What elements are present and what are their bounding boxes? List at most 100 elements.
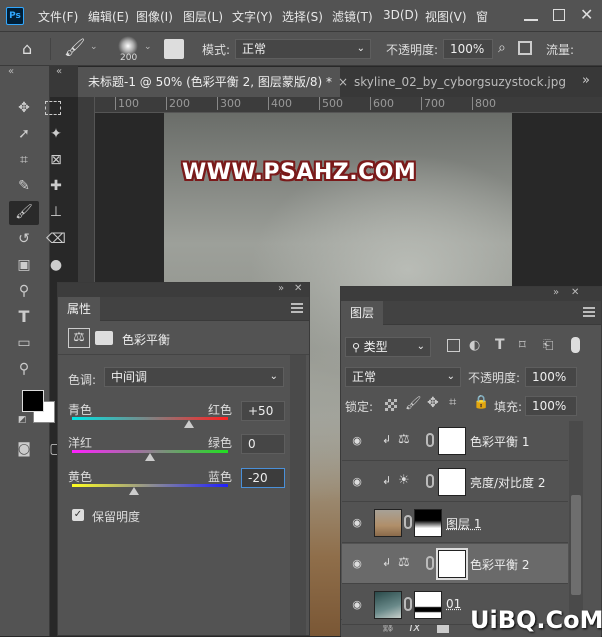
menu-item[interactable]: 视图(V) xyxy=(425,8,467,25)
layer-thumbnail[interactable] xyxy=(374,591,402,619)
visibility-eye-icon[interactable]: ◉ xyxy=(350,557,364,571)
brush-preset-icon[interactable]: 🖌 xyxy=(64,38,86,58)
slider-thumb[interactable] xyxy=(184,420,194,428)
layer-mask-thumbnail[interactable] xyxy=(436,548,468,580)
opacity-input[interactable]: 100% xyxy=(443,39,493,59)
layer-opacity-input[interactable]: 100% xyxy=(525,367,577,387)
layer-mask-thumbnail[interactable] xyxy=(438,427,466,455)
collapse-icon[interactable]: « xyxy=(8,66,14,77)
slider-value-input[interactable]: 0 xyxy=(241,434,285,454)
more-tabs-icon[interactable]: » xyxy=(582,73,590,88)
maximize-icon[interactable] xyxy=(553,9,565,21)
tab-properties[interactable]: 属性 xyxy=(58,297,101,321)
pressure-icon[interactable]: ⌕ xyxy=(498,40,506,56)
layer-row[interactable]: ◉ ↲ ⚖ 色彩平衡 2 xyxy=(342,544,568,584)
filter-adjustment-icon[interactable]: ◐ xyxy=(469,338,480,353)
slider-track[interactable] xyxy=(72,484,228,487)
slider-thumb[interactable] xyxy=(129,487,140,495)
visibility-eye-icon[interactable]: ◉ xyxy=(350,475,364,489)
filter-toggle[interactable] xyxy=(571,337,580,353)
layer-mask-thumbnail[interactable] xyxy=(414,591,442,619)
blur-tool-icon[interactable]: ● xyxy=(45,254,67,276)
slider-value-input[interactable]: +50 xyxy=(241,401,285,421)
menu-item[interactable]: 窗 xyxy=(476,8,488,25)
chevron-down-icon[interactable]: ⌄ xyxy=(144,42,152,52)
eraser-icon[interactable]: ⌫ xyxy=(45,228,67,250)
fill-input[interactable]: 100% xyxy=(525,396,577,416)
mask-link-icon[interactable] xyxy=(426,556,434,570)
tab-skyline[interactable]: skyline_02_by_cyborgsuzystock.jpg xyxy=(344,67,576,97)
dodge-tool-icon[interactable]: ⚲ xyxy=(13,280,35,302)
frame-tool-icon[interactable]: ⊠ xyxy=(45,149,67,171)
brush-settings-icon[interactable] xyxy=(164,39,184,59)
layer-row[interactable]: ◉ ↲ ☀ 亮度/对比度 2 xyxy=(342,462,568,502)
chevron-down-icon[interactable]: ⌄ xyxy=(90,42,98,52)
lock-transparency-icon[interactable] xyxy=(385,399,397,411)
airbrush-icon[interactable] xyxy=(518,41,532,55)
close-icon[interactable]: ✕ xyxy=(571,287,579,298)
magic-wand-icon[interactable]: ✦ xyxy=(45,123,67,145)
layers-scrollbar[interactable] xyxy=(569,421,583,621)
healing-brush-icon[interactable]: ✚ xyxy=(45,175,67,197)
scrollbar-thumb[interactable] xyxy=(571,495,581,595)
layer-row[interactable]: ◉ 图层 1 xyxy=(342,503,568,543)
history-brush-icon[interactable]: ↺ xyxy=(13,228,35,250)
rectangle-tool-icon[interactable]: ▭ xyxy=(13,332,35,354)
gradient-tool-icon[interactable]: ▣ xyxy=(13,254,35,276)
lock-pixels-icon[interactable]: 🖌 xyxy=(405,396,422,411)
quick-mask-icon[interactable]: ◙ xyxy=(13,438,35,460)
mask-icon[interactable] xyxy=(95,331,113,345)
blend-mode-select[interactable]: 正常 ⌄ xyxy=(345,367,461,387)
tone-select[interactable]: 中间调 ⌄ xyxy=(104,367,284,387)
stamp-tool-icon[interactable]: ⊥ xyxy=(45,201,67,223)
collapse-icon[interactable]: » xyxy=(278,283,284,294)
collapse-icon[interactable]: » xyxy=(553,287,559,298)
slider-value-input[interactable]: -20 xyxy=(241,468,285,488)
preserve-checkbox[interactable]: ✓ xyxy=(72,509,84,521)
mask-link-icon[interactable] xyxy=(426,433,434,447)
brush-tool-icon[interactable]: 🖌 xyxy=(9,201,39,225)
visibility-eye-icon[interactable]: ◉ xyxy=(350,516,364,530)
home-icon[interactable]: ⌂ xyxy=(22,39,32,58)
move-tool-icon[interactable]: ✥ xyxy=(13,97,35,119)
eyedropper-icon[interactable]: ✎ xyxy=(13,175,35,197)
filter-type-icon[interactable]: T xyxy=(495,337,505,353)
filter-shape-icon[interactable]: ⌑ xyxy=(519,338,526,353)
menu-item[interactable]: 编辑(E) xyxy=(88,8,129,25)
menu-item[interactable]: 图层(L) xyxy=(183,8,223,25)
properties-scrollbar[interactable] xyxy=(290,355,306,635)
close-icon[interactable]: ✕ xyxy=(294,283,302,294)
visibility-eye-icon[interactable]: ◉ xyxy=(350,598,364,612)
mask-link-icon[interactable] xyxy=(404,597,412,611)
crop-tool-icon[interactable]: ⌗ xyxy=(13,149,35,171)
menu-item[interactable]: 滤镜(T) xyxy=(332,8,373,25)
default-colors-icon[interactable]: ◩ xyxy=(18,415,27,425)
tab-layers[interactable]: 图层 xyxy=(341,301,384,325)
menu-item[interactable]: 图像(I) xyxy=(136,8,173,25)
zoom-tool-icon[interactable]: ⚲ xyxy=(13,358,35,380)
layer-row[interactable]: ◉ ↲ ⚖ 色彩平衡 1 xyxy=(342,421,568,461)
filter-pixel-icon[interactable] xyxy=(447,339,460,352)
type-tool-icon[interactable]: T xyxy=(13,306,35,328)
menu-item[interactable]: 选择(S) xyxy=(282,8,323,25)
mask-link-icon[interactable] xyxy=(426,474,434,488)
tab-untitled[interactable]: 未标题-1 @ 50% (色彩平衡 2, 图层蒙版/8) * × xyxy=(78,67,348,97)
layer-filter-select[interactable]: ⚲ 类型 ⌄ xyxy=(345,337,431,357)
panel-menu-icon[interactable] xyxy=(291,303,303,313)
foreground-color-swatch[interactable] xyxy=(22,390,44,412)
menu-item[interactable]: 文件(F) xyxy=(38,8,78,25)
filter-smart-object-icon[interactable]: ⎗ xyxy=(543,338,553,353)
lock-artboard-icon[interactable]: ⌗ xyxy=(449,395,456,410)
menu-item[interactable]: 3D(D) xyxy=(383,8,418,22)
visibility-eye-icon[interactable]: ◉ xyxy=(350,434,364,448)
mask-link-icon[interactable] xyxy=(404,515,412,529)
slider-track[interactable] xyxy=(72,417,228,420)
close-icon[interactable]: ✕ xyxy=(580,5,593,24)
layer-thumbnail[interactable] xyxy=(374,509,402,537)
layer-mask-thumbnail[interactable] xyxy=(438,468,466,496)
slider-thumb[interactable] xyxy=(145,453,155,461)
lasso-tool-icon[interactable]: ➚ xyxy=(13,123,35,145)
minimize-icon[interactable] xyxy=(524,7,538,21)
mode-select[interactable]: 正常 ⌄ xyxy=(235,39,371,59)
panel-menu-icon[interactable] xyxy=(583,307,595,317)
